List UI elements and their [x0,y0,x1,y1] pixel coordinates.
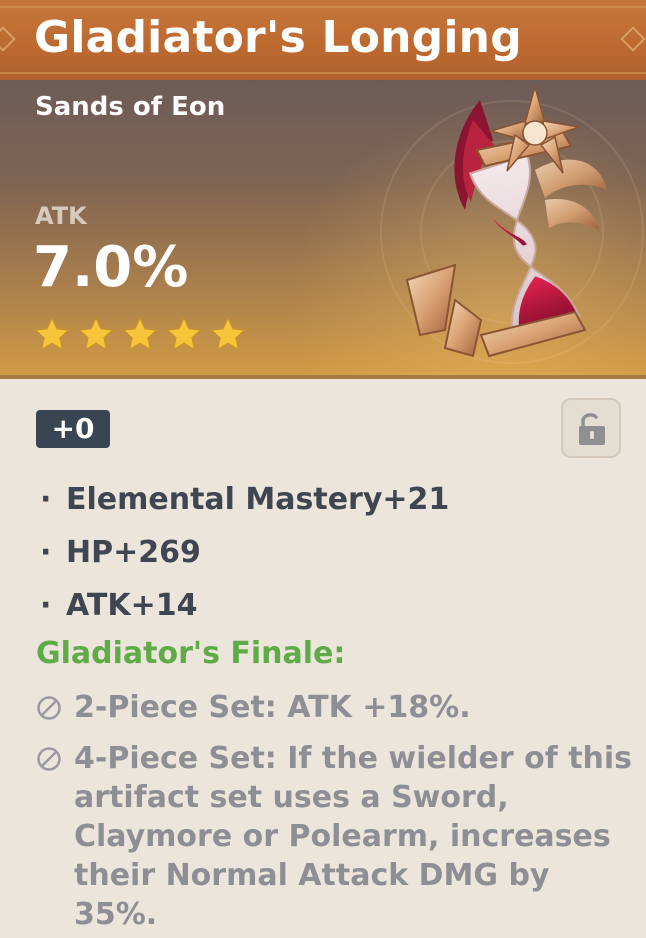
bullet: · [40,588,52,623]
substat-item: · Elemental Mastery+21 [40,478,449,531]
title-border-bottom [0,72,646,74]
substat-item: · HP+269 [40,531,449,584]
title-bar: Gladiator's Longing [0,0,646,80]
set-effect-text: 4-Piece Set: If the wielder of this arti… [74,741,633,932]
set-effect-4pc: 4-Piece Set: If the wielder of this arti… [36,739,646,938]
bullet: · [40,482,52,517]
set-name: Gladiator's Finale: [36,636,346,671]
artifact-slot: Sands of Eon [35,92,226,122]
artifact-hero-panel: Sands of Eon ATK 7.0% [0,80,646,375]
set-effect-text: 2-Piece Set: ATK +18%. [74,690,471,725]
bullet: · [40,535,52,570]
main-stat-value: 7.0% [33,235,189,300]
substat-list: · Elemental Mastery+21 · HP+269 · ATK+14 [40,478,449,637]
star-icon [210,317,246,351]
star-icon [166,317,202,351]
hourglass-artifact-icon [405,84,607,358]
main-stat-name: ATK [35,202,87,230]
substat-text: ATK+14 [66,588,198,623]
divider [0,375,646,379]
rarity-stars [33,316,247,354]
substat-item: · ATK+14 [40,584,449,637]
star-icon [122,317,158,351]
star-icon [78,317,114,351]
ornament-left-icon [0,26,16,52]
unlock-icon [579,413,605,445]
artifact-card: Gladiator's Longing Sands of Eon ATK 7.0… [0,0,646,938]
level-badge: +0 [36,410,110,448]
artifact-title: Gladiator's Longing [34,12,522,63]
ornament-right-icon [620,26,646,52]
substat-text: HP+269 [66,535,201,570]
set-effect-2pc: 2-Piece Set: ATK +18%. [36,688,646,728]
substat-text: Elemental Mastery+21 [66,482,450,517]
lock-toggle-button[interactable] [561,398,621,458]
star-icon [34,317,70,351]
inactive-bonus-icon [37,696,61,720]
inactive-bonus-icon [37,747,61,771]
